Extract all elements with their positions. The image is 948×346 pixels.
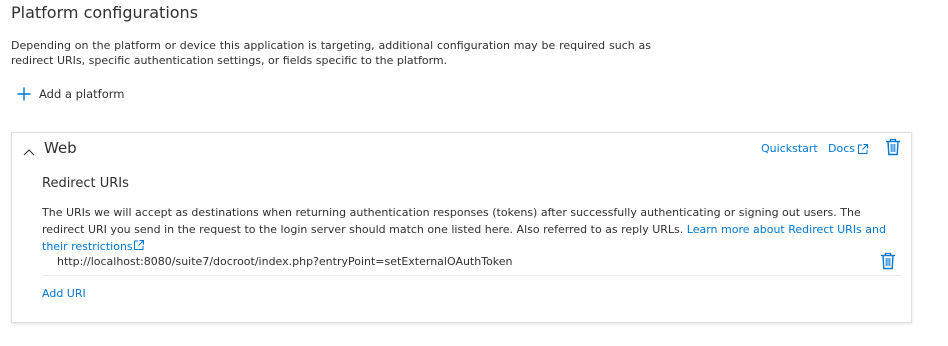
- add-platform-button[interactable]: Add a platform: [17, 85, 125, 103]
- docs-label: Docs: [828, 142, 855, 155]
- trash-icon: [885, 138, 901, 160]
- section-description: Depending on the platform or device this…: [11, 39, 651, 67]
- redirect-uri-value[interactable]: http://localhost:8080/suite7/docroot/ind…: [57, 255, 513, 268]
- card-header: Web Quickstart Docs: [12, 133, 911, 165]
- quickstart-link[interactable]: Quickstart: [761, 142, 818, 155]
- docs-link[interactable]: Docs: [828, 142, 869, 155]
- plus-icon: [17, 87, 31, 101]
- trash-icon: [880, 252, 896, 274]
- external-link-icon: [857, 143, 869, 155]
- section-title: Platform configurations: [11, 3, 199, 22]
- add-platform-label: Add a platform: [39, 87, 125, 101]
- chevron-up-icon[interactable]: [22, 143, 36, 156]
- platform-name: Web: [44, 139, 77, 157]
- delete-uri-button[interactable]: [880, 252, 896, 270]
- add-uri-link[interactable]: Add URI: [42, 287, 86, 300]
- redirect-uris-description: The URIs we will accept as destinations …: [42, 204, 892, 255]
- redirect-uri-row: http://localhost:8080/suite7/docroot/ind…: [42, 249, 902, 276]
- delete-platform-button[interactable]: [885, 138, 901, 156]
- redirect-uris-heading: Redirect URIs: [42, 176, 129, 191]
- web-platform-card: Web Quickstart Docs Redirect URIs The UR…: [11, 132, 912, 323]
